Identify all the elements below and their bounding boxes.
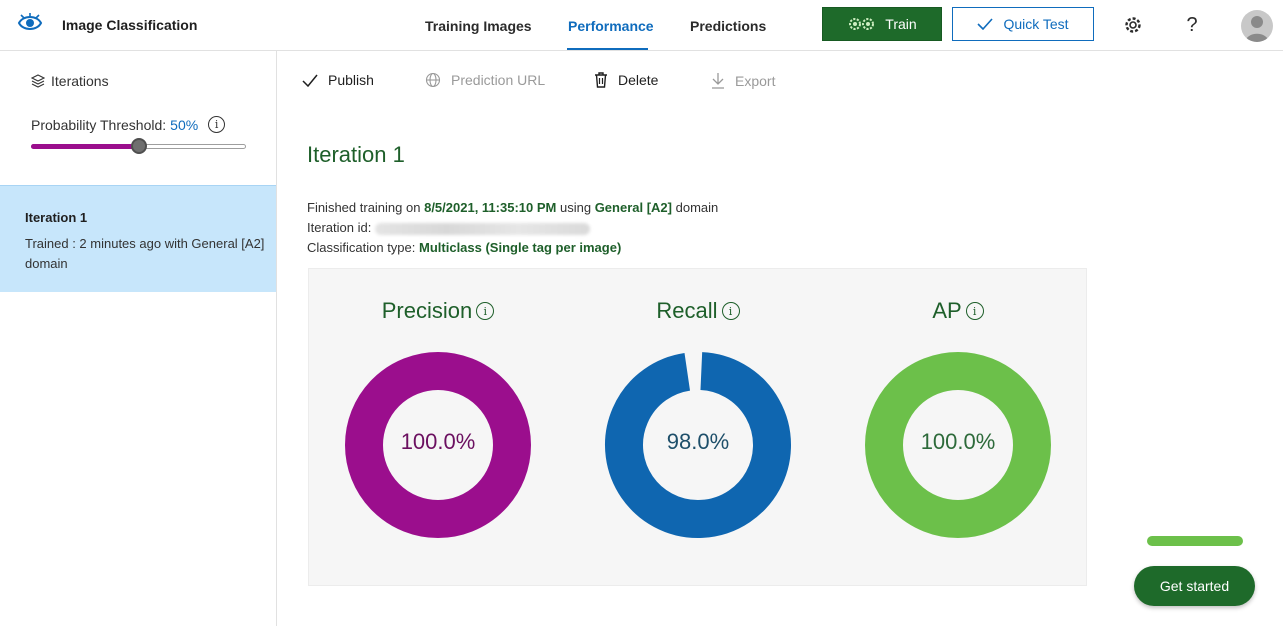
- get-started-button[interactable]: Get started: [1134, 566, 1255, 606]
- slider-thumb[interactable]: [130, 138, 147, 154]
- sidebar: Iterations Probability Threshold: 50% i …: [0, 51, 277, 626]
- metric-label: Precision i: [323, 298, 553, 324]
- info-icon[interactable]: i: [208, 116, 226, 133]
- info-icon[interactable]: i: [721, 302, 740, 320]
- trash-icon: [595, 72, 607, 88]
- gears-icon: [849, 18, 875, 30]
- threshold-label: Probability Threshold:: [31, 116, 167, 133]
- metric-label: AP i: [843, 298, 1073, 324]
- tab-performance[interactable]: Performance: [568, 18, 654, 34]
- delete-label: Delete: [618, 72, 659, 88]
- slider-fill: [31, 144, 139, 149]
- prediction-url-label: Prediction URL: [451, 72, 546, 88]
- probability-threshold: Probability Threshold: 50% i: [31, 116, 226, 133]
- iteration-description: Trained : 2 minutes ago with General [A2…: [25, 236, 265, 271]
- page-title: Iteration 1: [307, 142, 405, 167]
- iteration-details: Finished training on 8/5/2021, 11:35:10 …: [307, 198, 718, 258]
- publish-label: Publish: [328, 72, 374, 88]
- info-icon[interactable]: i: [476, 302, 495, 320]
- metrics-panel: Precision i 100.0% Recall i 98.0% AP i 100.…: [308, 268, 1087, 586]
- iterations-label: Iterations: [51, 73, 109, 89]
- metric-ap: AP i 100.0%: [843, 269, 1073, 587]
- domain-suffix: domain: [675, 200, 719, 215]
- iteration-name: Iteration 1: [25, 210, 88, 225]
- domain-name: General [A2]: [594, 200, 672, 215]
- metric-value: 98.0%: [666, 429, 730, 454]
- iteration-id-line: Iteration id:: [307, 218, 718, 238]
- train-label: Train: [885, 16, 917, 32]
- tab-predictions[interactable]: Predictions: [690, 18, 766, 34]
- quick-test-label: Quick Test: [1003, 16, 1069, 32]
- active-tab-indicator: [567, 48, 648, 50]
- iteration-list-item[interactable]: Iteration 1 Trained : 2 minutes ago with…: [0, 185, 276, 292]
- iteration-id-label: Iteration id:: [307, 220, 372, 235]
- classification-value: Multiclass (Single tag per image): [419, 240, 622, 255]
- settings-icon[interactable]: [1121, 13, 1145, 37]
- using-text: using: [559, 200, 592, 215]
- check-icon: [977, 18, 994, 30]
- download-icon: [712, 73, 724, 89]
- classification-line: Classification type: Multiclass (Single …: [307, 238, 718, 258]
- publish-button[interactable]: Publish: [302, 72, 374, 88]
- app-title: Image Classification: [62, 17, 198, 33]
- metric-label: Recall i: [583, 298, 813, 324]
- export-button[interactable]: Export: [711, 72, 775, 89]
- check-icon: [302, 74, 318, 87]
- tab-training-images[interactable]: Training Images: [425, 18, 532, 34]
- metric-value: 100.0%: [400, 429, 476, 454]
- iterations-header: Iterations: [31, 73, 109, 89]
- top-bar: Image Classification Training Images Per…: [0, 0, 1283, 51]
- prediction-url-button[interactable]: Prediction URL: [425, 72, 545, 88]
- quick-test-button[interactable]: Quick Test: [952, 7, 1094, 41]
- metric-precision: Precision i 100.0%: [323, 269, 553, 587]
- metric-value: 100.0%: [920, 429, 996, 454]
- train-button[interactable]: Train: [822, 7, 942, 41]
- globe-icon: [425, 72, 441, 88]
- finished-line: Finished training on 8/5/2021, 11:35:10 …: [307, 198, 718, 218]
- info-icon[interactable]: i: [965, 302, 984, 320]
- help-icon[interactable]: ?: [1180, 13, 1204, 37]
- redacted-iteration-id: [375, 222, 591, 235]
- finished-date: 8/5/2021, 11:35:10 PM: [424, 200, 557, 215]
- layers-icon: [31, 74, 45, 88]
- threshold-slider[interactable]: [31, 138, 246, 154]
- eye-icon[interactable]: [17, 12, 43, 34]
- delete-button[interactable]: Delete: [594, 72, 658, 88]
- get-started-progress: [1147, 536, 1243, 546]
- export-label: Export: [735, 72, 776, 89]
- avatar[interactable]: [1241, 10, 1273, 42]
- finished-prefix: Finished training on: [307, 200, 421, 215]
- threshold-value: 50%: [170, 116, 199, 133]
- metric-recall: Recall i 98.0%: [583, 269, 813, 587]
- classification-label: Classification type:: [307, 240, 416, 255]
